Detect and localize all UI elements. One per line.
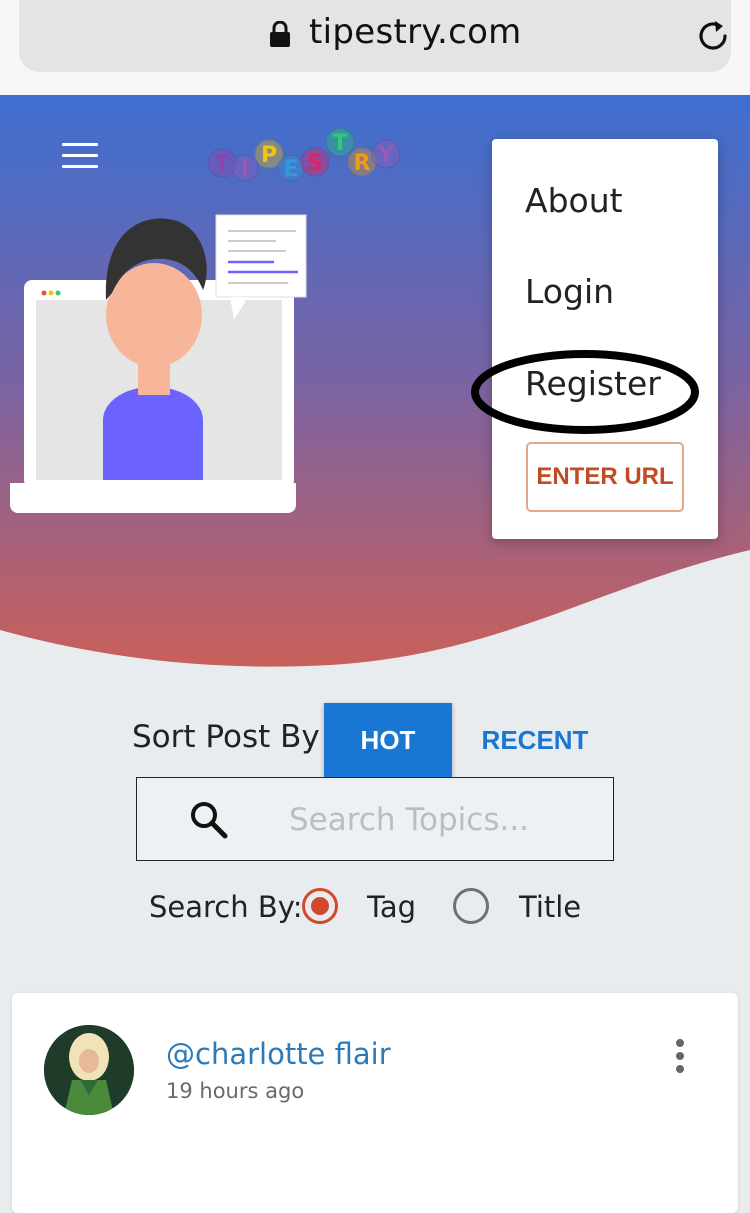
person-laptop-illustration	[10, 214, 307, 513]
sort-hot-button[interactable]: HOT	[324, 703, 452, 777]
address-bar[interactable]: tipestry.com	[19, 0, 731, 72]
menu-item-register[interactable]: Register	[525, 364, 661, 403]
search-by-title-option[interactable]: Title	[519, 890, 581, 924]
post-timestamp: 19 hours ago	[166, 1079, 305, 1103]
radio-tag-selected[interactable]	[302, 888, 338, 924]
svg-text:T: T	[332, 131, 347, 156]
more-options-icon[interactable]	[672, 1039, 688, 1075]
enter-url-button[interactable]: ENTER URL	[526, 442, 684, 512]
lock-icon	[270, 21, 290, 47]
url-text[interactable]: tipestry.com	[309, 12, 522, 52]
svg-text:P: P	[261, 143, 277, 168]
search-by-tag-option[interactable]: Tag	[367, 890, 416, 924]
avatar-image	[44, 1025, 134, 1115]
sort-recent-button[interactable]: RECENT	[470, 703, 600, 777]
search-by-label: Search By:	[149, 890, 303, 924]
menu-item-login[interactable]: Login	[525, 272, 614, 311]
svg-text:R: R	[354, 151, 371, 176]
reload-icon[interactable]	[695, 18, 731, 54]
svg-text:T: T	[214, 152, 229, 177]
search-icon[interactable]	[189, 800, 229, 840]
menu-item-about[interactable]: About	[525, 181, 623, 220]
avatar[interactable]	[44, 1025, 134, 1115]
post-username[interactable]: @charlotte flair	[166, 1037, 391, 1071]
tipestry-logo[interactable]: T I P E S T R Y	[205, 118, 405, 198]
hamburger-menu-icon[interactable]	[62, 143, 98, 169]
svg-text:I: I	[241, 157, 249, 182]
post-card: @charlotte flair 19 hours ago	[12, 993, 738, 1213]
svg-text:E: E	[283, 157, 298, 182]
svg-text:Y: Y	[377, 143, 395, 168]
nav-dropdown-menu: About Login Register ENTER URL	[492, 139, 718, 539]
radio-title[interactable]	[453, 888, 489, 924]
sort-label: Sort Post By	[132, 719, 320, 755]
browser-chrome: tipestry.com	[0, 0, 750, 95]
svg-text:S: S	[307, 151, 323, 176]
search-topics-input[interactable]	[287, 790, 601, 850]
search-box[interactable]	[136, 777, 614, 861]
